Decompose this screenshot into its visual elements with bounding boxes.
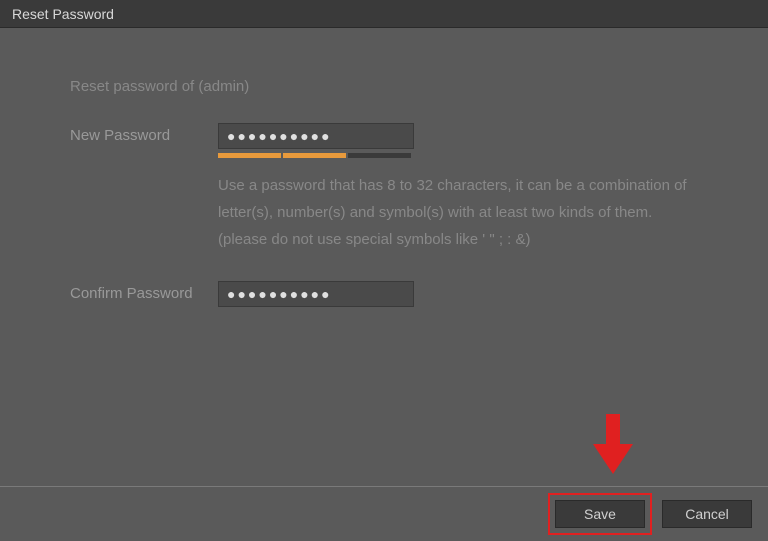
dialog-content: Reset password of (admin) New Password U…	[0, 28, 768, 335]
instruction-arrow-icon	[593, 414, 633, 479]
new-password-label: New Password	[70, 123, 218, 158]
save-button[interactable]: Save	[555, 500, 645, 528]
subtitle-text: Reset password of (admin)	[70, 78, 698, 95]
password-strength-bar	[218, 153, 414, 158]
new-password-row: New Password	[70, 123, 698, 158]
password-hint: Use a password that has 8 to 32 characte…	[218, 172, 698, 253]
dialog-title: Reset Password	[12, 6, 114, 22]
strength-segment	[348, 153, 411, 158]
dialog-header: Reset Password	[0, 0, 768, 28]
strength-segment	[218, 153, 281, 158]
new-password-input[interactable]	[218, 123, 414, 149]
confirm-password-row: Confirm Password	[70, 281, 698, 307]
dialog-footer: Save Cancel	[0, 486, 768, 541]
confirm-password-input[interactable]	[218, 281, 414, 307]
confirm-password-label: Confirm Password	[70, 281, 218, 307]
save-button-highlight: Save	[548, 493, 652, 535]
strength-segment	[283, 153, 346, 158]
cancel-button[interactable]: Cancel	[662, 500, 752, 528]
